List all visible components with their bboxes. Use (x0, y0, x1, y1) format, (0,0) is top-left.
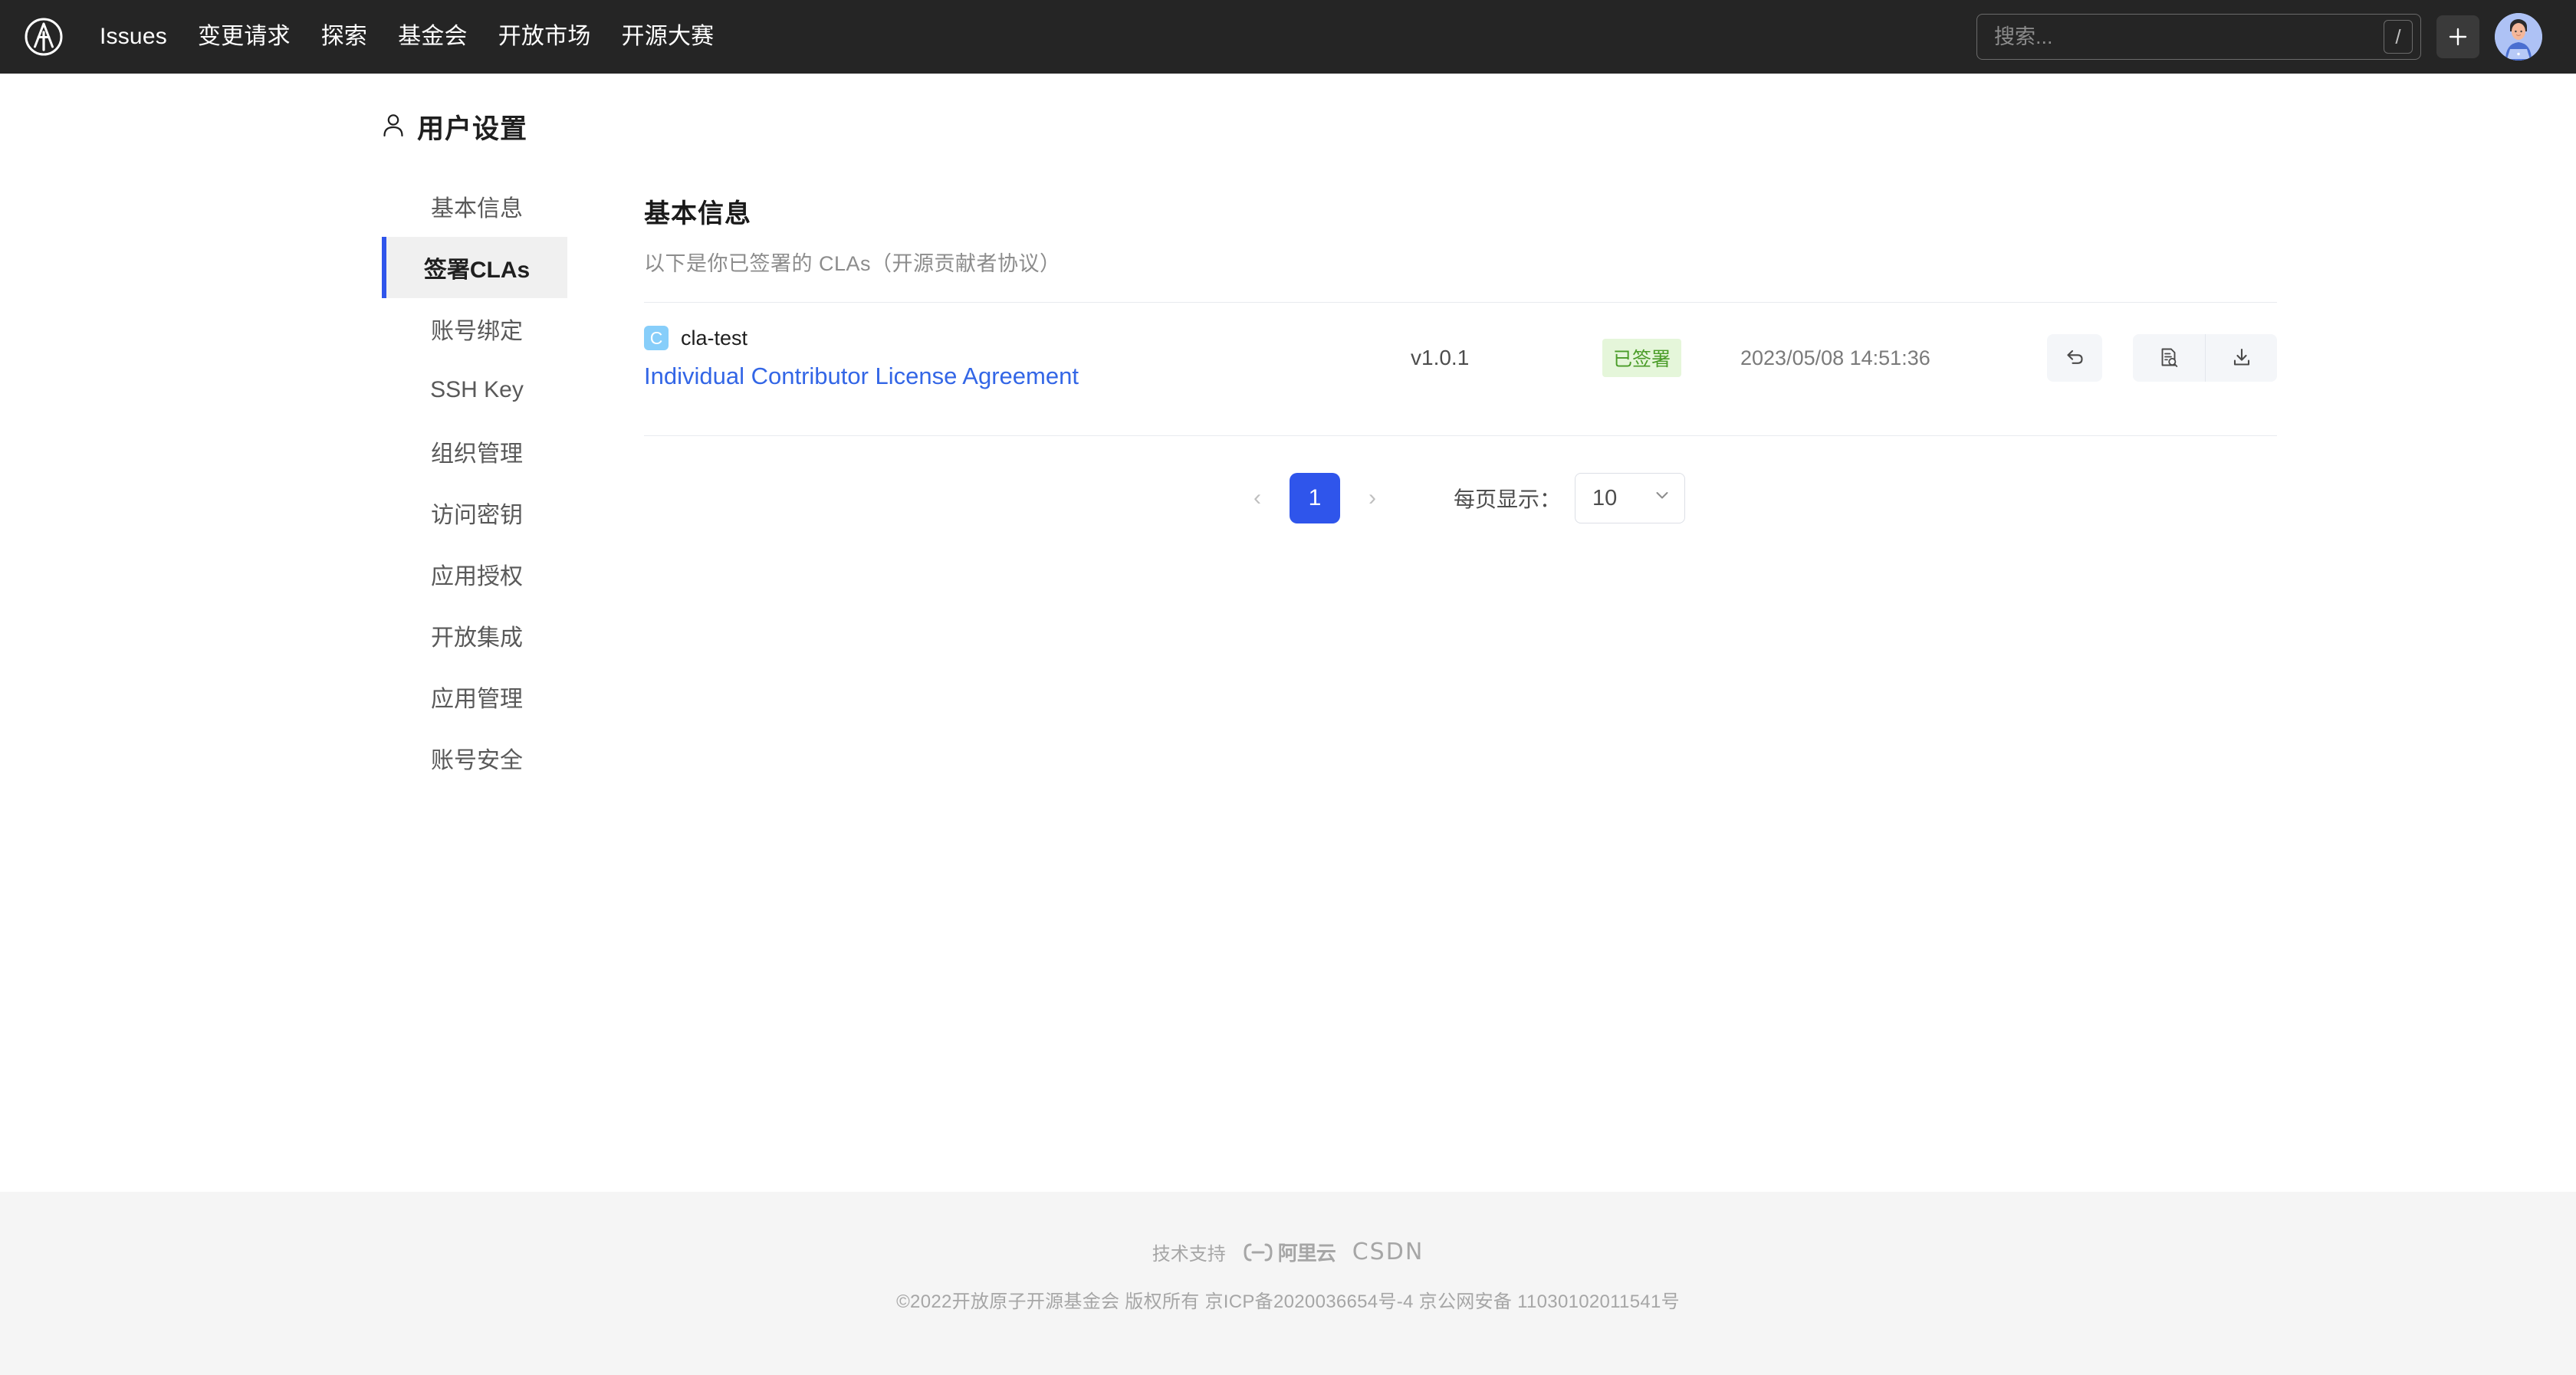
content-subtitle: 以下是你已签署的 CLAs（开源贡献者协议） (644, 252, 1061, 275)
cla-action-group (2133, 334, 2277, 382)
sidebar-label: 基本信息 (431, 196, 523, 222)
page-size-label: 每页显示： (1453, 487, 1561, 511)
add-new-button[interactable] (2436, 15, 2479, 58)
pagination-page-1[interactable]: 1 (1289, 473, 1340, 523)
nav-link-open-market[interactable]: 开放市场 (483, 25, 606, 48)
pagination-prev-button[interactable]: ‹ (1236, 477, 1279, 520)
cla-project-name: cla-test (681, 326, 748, 349)
sidebar-item-app-authorization[interactable]: 应用授权 (382, 543, 567, 605)
footer-support-row: 技术支持 阿里云 CSDN (1152, 1238, 1424, 1266)
openatom-logo-icon[interactable] (21, 15, 66, 59)
pagination-next-button[interactable]: › (1351, 477, 1394, 520)
sidebar-item-account-security[interactable]: 账号安全 (382, 727, 567, 789)
nav-link-foundation[interactable]: 基金会 (383, 25, 483, 48)
sidebar-label: SSH Key (430, 377, 524, 402)
page-footer: 技术支持 阿里云 CSDN ©2022开放原子开源基金会 版权所有 京ICP备2… (0, 1192, 2576, 1375)
cla-signed-timestamp: 2023/05/08 14:51:36 (1740, 346, 1930, 369)
sidebar-item-org-management[interactable]: 组织管理 (382, 421, 567, 482)
nav-right-actions: / (1976, 13, 2542, 61)
cla-agreement-link[interactable]: Individual Contributor License Agreement (644, 363, 1411, 390)
sidebar-label: 账号安全 (431, 748, 523, 773)
nav-link-change-requests[interactable]: 变更请求 (182, 25, 306, 48)
cla-version: v1.0.1 (1411, 346, 1470, 369)
search-shortcut-badge: / (2384, 20, 2413, 54)
user-icon (382, 113, 405, 141)
page-size-value: 10 (1592, 485, 1618, 510)
sidebar-item-basic-info[interactable]: 基本信息 (382, 176, 567, 237)
cla-project-line: C cla-test (644, 326, 1411, 350)
download-icon (2230, 346, 2253, 371)
sidebar-label: 访问密钥 (431, 503, 523, 528)
footer-copyright: ©2022开放原子开源基金会 版权所有 京ICP备2020036654号-4 京… (896, 1291, 1680, 1312)
page-size-select[interactable]: 10 (1575, 473, 1685, 523)
sidebar-label: 签署CLAs (423, 258, 531, 283)
sidebar-label: 组织管理 (431, 441, 523, 467)
page-body: 用户设置 基本信息 签署CLAs 账号绑定 SSH Key 组织管理 访问密钥 … (0, 74, 2576, 1192)
settings-content-panel: 基本信息 以下是你已签署的 CLAs（开源贡献者协议） C cla-test I… (567, 176, 2576, 789)
status-badge: 已签署 (1602, 339, 1682, 377)
aliyun-logo-text: 阿里云 (1277, 1242, 1336, 1265)
document-search-icon (2157, 346, 2180, 371)
sidebar-label: 开放集成 (431, 625, 523, 651)
search-box[interactable]: / (1976, 14, 2421, 60)
content-heading: 基本信息 (644, 199, 751, 228)
cla-table-row: C cla-test Individual Contributor Licens… (644, 303, 2277, 410)
sidebar-label: 账号绑定 (431, 319, 523, 344)
nav-link-explore[interactable]: 探索 (306, 25, 383, 48)
sidebar-item-signed-clas[interactable]: 签署CLAs (382, 237, 567, 298)
nav-link-issues[interactable]: Issues (84, 25, 182, 48)
search-input[interactable] (1994, 25, 2384, 49)
user-avatar[interactable] (2495, 13, 2542, 61)
chevron-down-icon (1652, 485, 1672, 511)
cla-row-actions (2047, 334, 2277, 382)
pagination: ‹ 1 › 每页显示： 10 (644, 436, 2277, 523)
top-navigation-bar: Issues 变更请求 探索 基金会 开放市场 开源大赛 / (0, 0, 2576, 74)
sidebar-item-open-integration[interactable]: 开放集成 (382, 605, 567, 666)
cla-row-main: C cla-test Individual Contributor Licens… (644, 326, 1411, 390)
cla-project-avatar: C (644, 326, 669, 350)
revoke-icon (2063, 346, 2086, 371)
sidebar-label: 应用授权 (431, 564, 523, 589)
page-title: 用户设置 (0, 74, 2576, 146)
nav-link-open-source-competition[interactable]: 开源大赛 (606, 25, 730, 48)
page-title-text: 用户设置 (417, 114, 528, 144)
preview-document-button[interactable] (2133, 334, 2205, 382)
csdn-logo-icon[interactable]: CSDN (1352, 1239, 1424, 1265)
sidebar-item-access-keys[interactable]: 访问密钥 (382, 482, 567, 543)
footer-support-label: 技术支持 (1152, 1244, 1226, 1265)
settings-layout: 基本信息 签署CLAs 账号绑定 SSH Key 组织管理 访问密钥 应用授权 … (0, 176, 2576, 789)
sidebar-label: 应用管理 (431, 687, 523, 712)
sidebar-item-app-management[interactable]: 应用管理 (382, 666, 567, 727)
settings-sidebar: 基本信息 签署CLAs 账号绑定 SSH Key 组织管理 访问密钥 应用授权 … (382, 176, 567, 789)
aliyun-logo-icon[interactable]: 阿里云 (1243, 1238, 1336, 1266)
sidebar-item-ssh-key[interactable]: SSH Key (382, 359, 567, 421)
revoke-button[interactable] (2047, 334, 2102, 382)
primary-nav-links: Issues 变更请求 探索 基金会 开放市场 开源大赛 (84, 25, 729, 48)
sidebar-item-account-binding[interactable]: 账号绑定 (382, 298, 567, 359)
cla-status-cell: 已签署 (1602, 339, 1740, 377)
download-button[interactable] (2205, 334, 2277, 382)
